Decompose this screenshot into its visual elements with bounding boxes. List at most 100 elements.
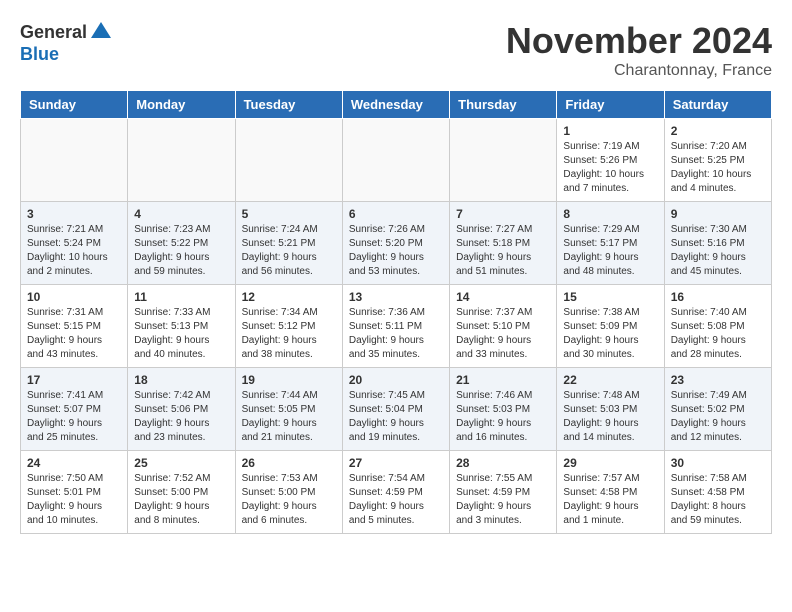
calendar-day-cell: 29 Sunrise: 7:57 AM Sunset: 4:58 PM Dayli… [557, 451, 664, 534]
calendar-day-cell: 6 Sunrise: 7:26 AM Sunset: 5:20 PM Daylig… [342, 202, 449, 285]
day-number: 22 [563, 373, 657, 387]
calendar-header-tuesday: Tuesday [235, 91, 342, 119]
calendar-day-cell: 24Sunrise: 7:50 AM Sunset: 5:01 PM Dayli… [21, 451, 128, 534]
calendar-day-cell: 18Sunrise: 7:42 AM Sunset: 5:06 PM Dayli… [128, 368, 235, 451]
day-info: Sunrise: 7:42 AM Sunset: 5:06 PM Dayligh… [134, 389, 228, 445]
day-info: Sunrise: 7:44 AM Sunset: 5:05 PM Dayligh… [242, 389, 336, 445]
day-info: Sunrise: 7:53 AM Sunset: 5:00 PM Dayligh… [242, 472, 336, 528]
calendar-day-cell [450, 119, 557, 202]
day-info: Sunrise: 7:26 AM Sunset: 5:20 PM Dayligh… [349, 223, 443, 279]
calendar-day-cell: 25Sunrise: 7:52 AM Sunset: 5:00 PM Dayli… [128, 451, 235, 534]
day-number: 6 [349, 207, 443, 221]
day-number: 17 [27, 373, 121, 387]
day-number: 11 [134, 290, 228, 304]
day-number: 5 [242, 207, 336, 221]
day-info: Sunrise: 7:40 AM Sunset: 5:08 PM Dayligh… [671, 306, 765, 362]
calendar-day-cell: 5 Sunrise: 7:24 AM Sunset: 5:21 PM Daylig… [235, 202, 342, 285]
calendar-day-cell: 13 Sunrise: 7:36 AM Sunset: 5:11 PM Dayli… [342, 285, 449, 368]
day-info: Sunrise: 7:50 AM Sunset: 5:01 PM Dayligh… [27, 472, 121, 528]
page-header: General Blue November 2024 Charantonnay,… [20, 20, 772, 80]
logo: General Blue [20, 20, 113, 65]
day-number: 20 [349, 373, 443, 387]
calendar-day-cell: 4 Sunrise: 7:23 AM Sunset: 5:22 PM Daylig… [128, 202, 235, 285]
calendar-day-cell [21, 119, 128, 202]
day-number: 27 [349, 456, 443, 470]
calendar-week-row: 1 Sunrise: 7:19 AM Sunset: 5:26 PM Daylig… [21, 119, 772, 202]
day-number: 21 [456, 373, 550, 387]
calendar-header-saturday: Saturday [664, 91, 771, 119]
day-info: Sunrise: 7:31 AM Sunset: 5:15 PM Dayligh… [27, 306, 121, 362]
calendar-day-cell: 22 Sunrise: 7:48 AM Sunset: 5:03 PM Dayli… [557, 368, 664, 451]
title-section: November 2024 Charantonnay, France [506, 20, 772, 80]
calendar-header-friday: Friday [557, 91, 664, 119]
day-number: 23 [671, 373, 765, 387]
calendar-day-cell: 11 Sunrise: 7:33 AM Sunset: 5:13 PM Dayli… [128, 285, 235, 368]
calendar-day-cell [342, 119, 449, 202]
calendar-day-cell [128, 119, 235, 202]
calendar-header-row: SundayMondayTuesdayWednesdayThursdayFrid… [21, 91, 772, 119]
day-number: 13 [349, 290, 443, 304]
calendar-week-row: 17Sunrise: 7:41 AM Sunset: 5:07 PM Dayli… [21, 368, 772, 451]
calendar-day-cell: 9 Sunrise: 7:30 AM Sunset: 5:16 PM Daylig… [664, 202, 771, 285]
day-info: Sunrise: 7:54 AM Sunset: 4:59 PM Dayligh… [349, 472, 443, 528]
calendar-header-thursday: Thursday [450, 91, 557, 119]
calendar-day-cell: 10 Sunrise: 7:31 AM Sunset: 5:15 PM Dayli… [21, 285, 128, 368]
day-info: Sunrise: 7:49 AM Sunset: 5:02 PM Dayligh… [671, 389, 765, 445]
day-info: Sunrise: 7:23 AM Sunset: 5:22 PM Dayligh… [134, 223, 228, 279]
day-info: Sunrise: 7:21 AM Sunset: 5:24 PM Dayligh… [27, 223, 121, 279]
day-number: 4 [134, 207, 228, 221]
day-info: Sunrise: 7:37 AM Sunset: 5:10 PM Dayligh… [456, 306, 550, 362]
calendar-day-cell: 3 Sunrise: 7:21 AM Sunset: 5:24 PM Daylig… [21, 202, 128, 285]
calendar-day-cell [235, 119, 342, 202]
day-info: Sunrise: 7:57 AM Sunset: 4:58 PM Dayligh… [563, 472, 657, 528]
day-number: 16 [671, 290, 765, 304]
day-info: Sunrise: 7:55 AM Sunset: 4:59 PM Dayligh… [456, 472, 550, 528]
day-info: Sunrise: 7:45 AM Sunset: 5:04 PM Dayligh… [349, 389, 443, 445]
logo-blue-text: Blue [20, 44, 59, 65]
calendar-week-row: 3 Sunrise: 7:21 AM Sunset: 5:24 PM Daylig… [21, 202, 772, 285]
calendar-day-cell: 7Sunrise: 7:27 AM Sunset: 5:18 PM Daylig… [450, 202, 557, 285]
day-number: 14 [456, 290, 550, 304]
day-info: Sunrise: 7:19 AM Sunset: 5:26 PM Dayligh… [563, 140, 657, 196]
logo-icon [89, 20, 113, 44]
calendar-day-cell: 28 Sunrise: 7:55 AM Sunset: 4:59 PM Dayli… [450, 451, 557, 534]
day-info: Sunrise: 7:46 AM Sunset: 5:03 PM Dayligh… [456, 389, 550, 445]
calendar-day-cell: 30Sunrise: 7:58 AM Sunset: 4:58 PM Dayli… [664, 451, 771, 534]
calendar-day-cell: 2Sunrise: 7:20 AM Sunset: 5:25 PM Daylig… [664, 119, 771, 202]
calendar-week-row: 24Sunrise: 7:50 AM Sunset: 5:01 PM Dayli… [21, 451, 772, 534]
calendar-day-cell: 12 Sunrise: 7:34 AM Sunset: 5:12 PM Dayli… [235, 285, 342, 368]
calendar-day-cell: 20 Sunrise: 7:45 AM Sunset: 5:04 PM Dayli… [342, 368, 449, 451]
day-info: Sunrise: 7:52 AM Sunset: 5:00 PM Dayligh… [134, 472, 228, 528]
calendar-day-cell: 14 Sunrise: 7:37 AM Sunset: 5:10 PM Dayli… [450, 285, 557, 368]
day-info: Sunrise: 7:33 AM Sunset: 5:13 PM Dayligh… [134, 306, 228, 362]
calendar-header-wednesday: Wednesday [342, 91, 449, 119]
day-info: Sunrise: 7:30 AM Sunset: 5:16 PM Dayligh… [671, 223, 765, 279]
day-number: 3 [27, 207, 121, 221]
calendar-day-cell: 21 Sunrise: 7:46 AM Sunset: 5:03 PM Dayli… [450, 368, 557, 451]
day-info: Sunrise: 7:24 AM Sunset: 5:21 PM Dayligh… [242, 223, 336, 279]
calendar-header-monday: Monday [128, 91, 235, 119]
day-info: Sunrise: 7:34 AM Sunset: 5:12 PM Dayligh… [242, 306, 336, 362]
day-number: 9 [671, 207, 765, 221]
day-number: 8 [563, 207, 657, 221]
logo-general-text: General [20, 22, 87, 43]
day-number: 10 [27, 290, 121, 304]
day-info: Sunrise: 7:38 AM Sunset: 5:09 PM Dayligh… [563, 306, 657, 362]
calendar-day-cell: 8 Sunrise: 7:29 AM Sunset: 5:17 PM Daylig… [557, 202, 664, 285]
day-number: 28 [456, 456, 550, 470]
calendar-day-cell: 26Sunrise: 7:53 AM Sunset: 5:00 PM Dayli… [235, 451, 342, 534]
calendar-day-cell: 17Sunrise: 7:41 AM Sunset: 5:07 PM Dayli… [21, 368, 128, 451]
day-number: 7 [456, 207, 550, 221]
calendar-header-sunday: Sunday [21, 91, 128, 119]
calendar-day-cell: 23 Sunrise: 7:49 AM Sunset: 5:02 PM Dayli… [664, 368, 771, 451]
day-number: 1 [563, 124, 657, 138]
calendar-day-cell: 19Sunrise: 7:44 AM Sunset: 5:05 PM Dayli… [235, 368, 342, 451]
calendar-day-cell: 16 Sunrise: 7:40 AM Sunset: 5:08 PM Dayli… [664, 285, 771, 368]
month-title: November 2024 [506, 20, 772, 62]
day-number: 29 [563, 456, 657, 470]
day-info: Sunrise: 7:36 AM Sunset: 5:11 PM Dayligh… [349, 306, 443, 362]
day-info: Sunrise: 7:29 AM Sunset: 5:17 PM Dayligh… [563, 223, 657, 279]
location-text: Charantonnay, France [506, 62, 772, 80]
day-info: Sunrise: 7:48 AM Sunset: 5:03 PM Dayligh… [563, 389, 657, 445]
day-number: 12 [242, 290, 336, 304]
